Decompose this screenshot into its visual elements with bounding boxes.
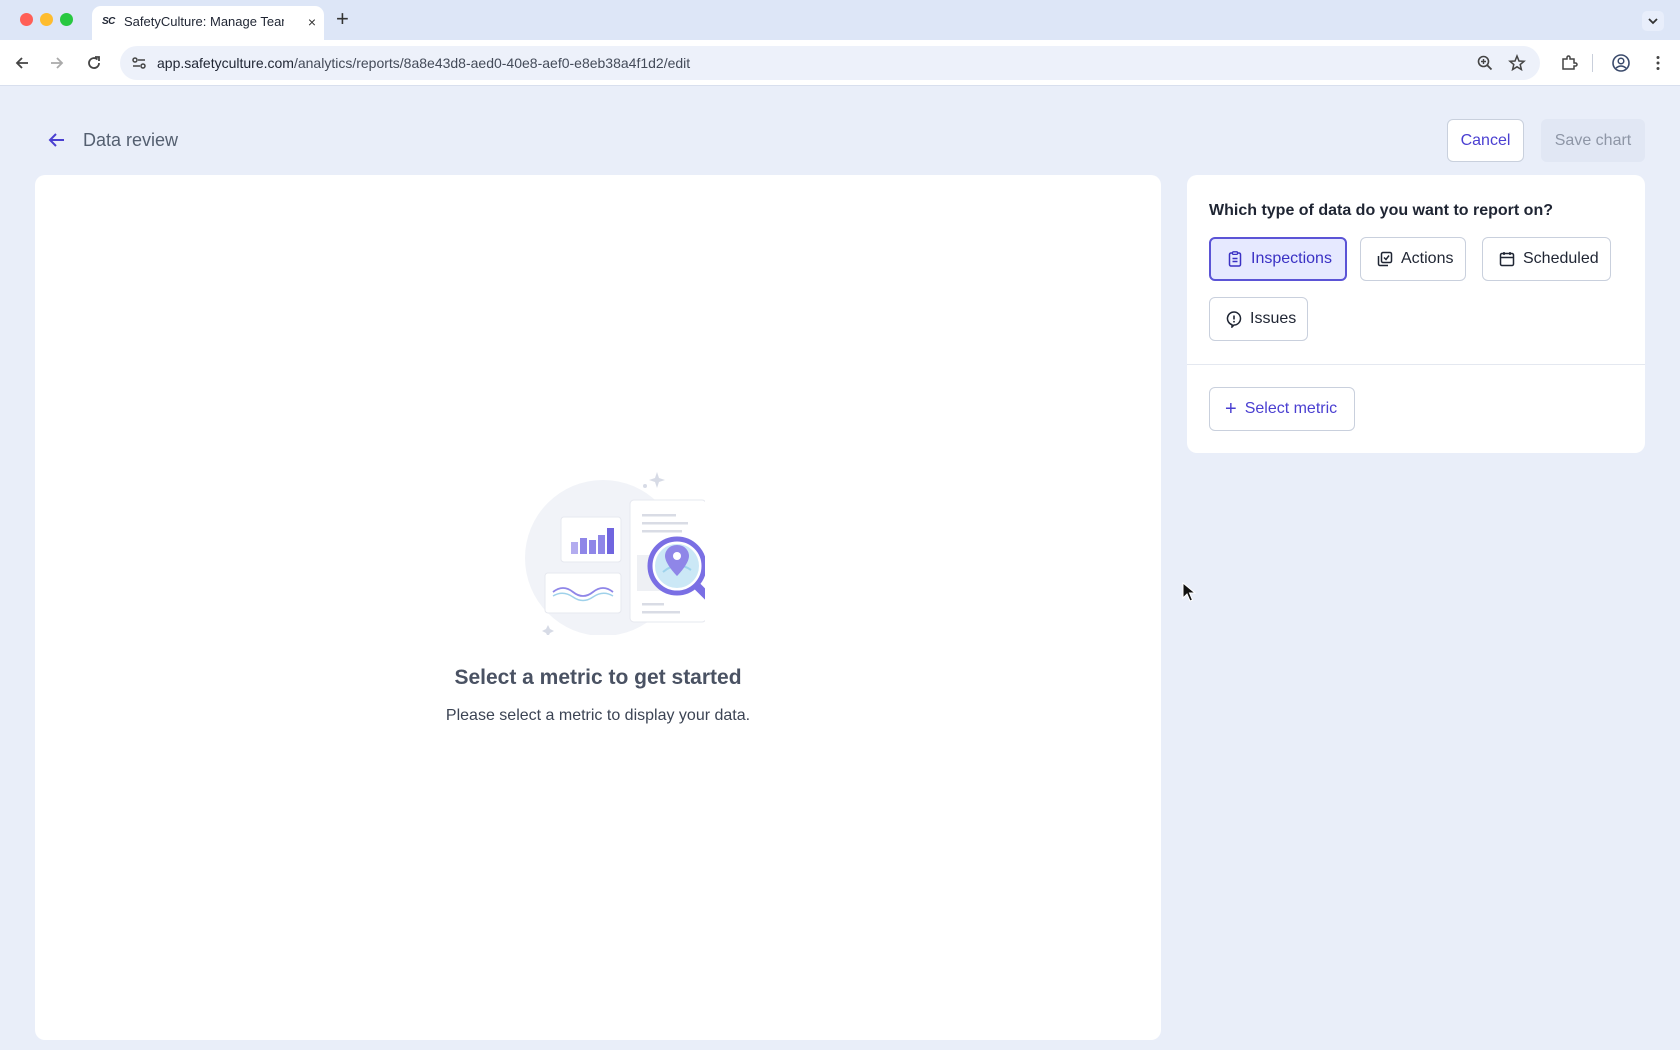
select-metric-label: Select metric [1244,400,1338,417]
url-path: /analytics/reports/8a8e43d8-aed0-40e8-ae… [293,55,691,71]
zoom-icon[interactable] [1474,52,1496,74]
favicon-icon: SC [102,16,115,27]
extensions-icon[interactable] [1558,52,1580,74]
forward-button[interactable] [45,51,69,75]
data-type-question: Which type of data do you want to report… [1209,202,1553,219]
toolbar-divider [1592,54,1593,72]
chevron-down-icon [1648,18,1658,25]
arrow-left-icon [15,57,28,69]
arrow-right-icon [51,57,64,69]
browser-tab[interactable]: SC SafetyCulture: Manage Teams × [92,6,324,40]
bookmark-star-icon[interactable] [1506,52,1528,74]
empty-state-illustration [525,472,705,635]
address-bar[interactable]: app.safetyculture.com/analytics/reports/… [120,46,1540,80]
issues-option[interactable]: Issues [1209,297,1308,341]
select-metric-button[interactable]: + Select metric [1209,387,1355,431]
reload-button[interactable] [82,51,106,75]
back-arrow-icon[interactable] [46,130,68,150]
browser-tab-bar: SC SafetyCulture: Manage Teams × + [0,0,1680,40]
chart-preview-panel: Select a metric to get started Please se… [35,175,1161,1040]
scheduled-option-label: Scheduled [1523,250,1599,267]
cancel-button[interactable]: Cancel [1447,119,1524,162]
panel-divider [1187,364,1645,365]
new-tab-button[interactable]: + [336,8,349,30]
browser-toolbar: app.safetyculture.com/analytics/reports/… [0,40,1680,86]
clipboard-icon [1226,250,1244,268]
inspections-option-label: Inspections [1251,250,1332,267]
menu-kebab-icon[interactable] [1647,52,1669,74]
reload-icon [88,56,100,69]
page-title: Data review [83,130,179,150]
back-button[interactable] [10,51,34,75]
plus-icon: + [1225,398,1237,420]
inspections-option[interactable]: Inspections [1209,237,1347,281]
mouse-cursor-icon [1182,582,1196,602]
alert-bubble-icon [1225,310,1243,328]
data-type-panel: Which type of data do you want to report… [1187,175,1645,453]
empty-state-subtitle: Please select a metric to display your d… [445,707,751,724]
url-text: app.safetyculture.com/analytics/reports/… [157,55,690,71]
actions-icon [1376,250,1394,268]
site-settings-icon[interactable] [130,54,148,72]
window-minimize-button[interactable] [40,13,53,26]
scheduled-option[interactable]: Scheduled [1482,237,1611,281]
url-domain: app.safetyculture.com [157,55,294,71]
actions-option-label: Actions [1401,250,1454,267]
profile-icon[interactable] [1610,52,1632,74]
calendar-icon [1498,250,1516,268]
empty-state-title: Select a metric to get started [454,666,742,689]
actions-option[interactable]: Actions [1360,237,1466,281]
window-close-button[interactable] [20,13,33,26]
tab-list-button[interactable] [1642,11,1664,31]
save-chart-button[interactable]: Save chart [1541,119,1645,162]
tab-close-icon[interactable]: × [308,14,316,30]
tab-title: SafetyCulture: Manage Teams [124,14,284,29]
window-maximize-button[interactable] [60,13,73,26]
issues-option-label: Issues [1250,310,1297,327]
